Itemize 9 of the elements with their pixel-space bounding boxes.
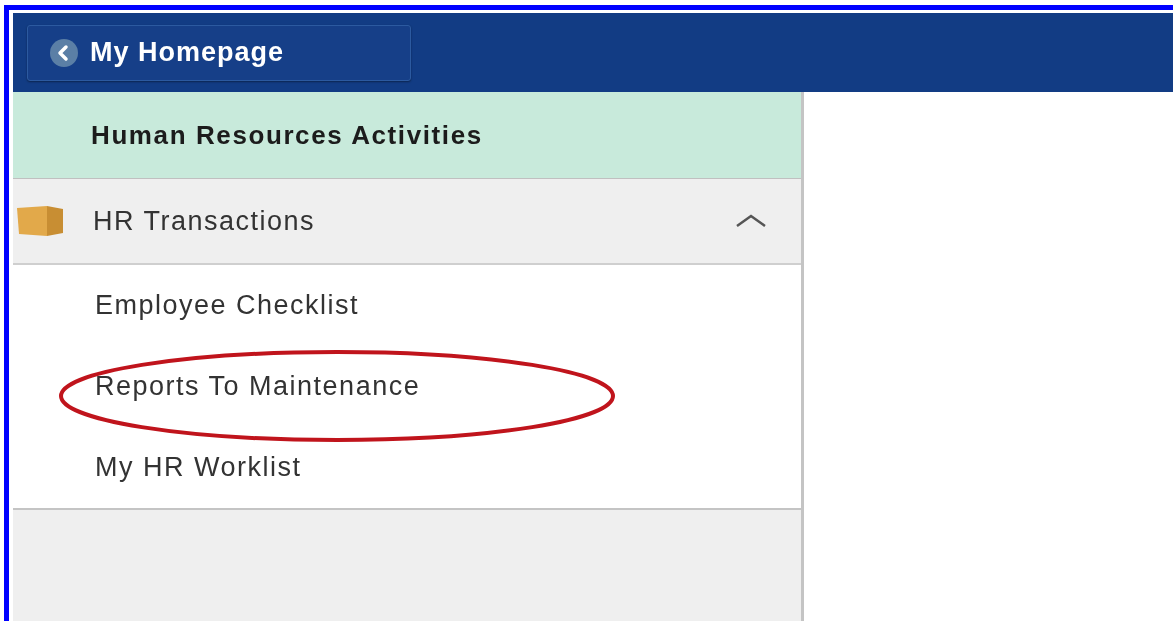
menu-link[interactable]: My HR Worklist	[95, 452, 302, 483]
menu-link[interactable]: Employee Checklist	[95, 290, 360, 321]
sidebar-title: Human Resources Activities	[13, 92, 801, 179]
back-icon	[50, 38, 78, 67]
back-button[interactable]: My Homepage	[27, 24, 411, 81]
group-label: HR Transactions	[93, 205, 317, 237]
folder-icon	[17, 206, 63, 236]
menu-link[interactable]: Reports To Maintenance	[95, 371, 421, 402]
chevron-up-icon[interactable]	[735, 214, 767, 228]
